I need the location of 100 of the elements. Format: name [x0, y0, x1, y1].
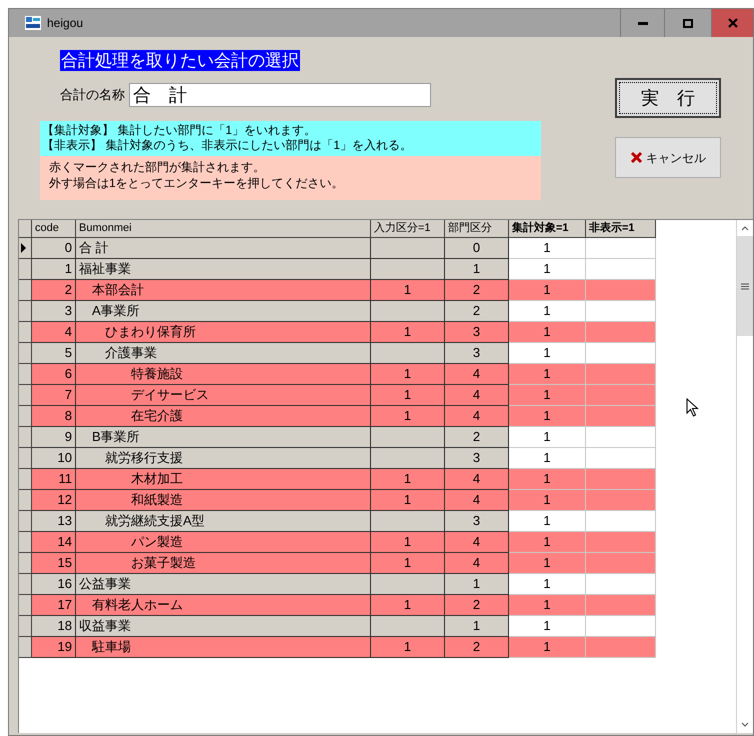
row-selector[interactable] — [19, 322, 32, 343]
table-cell[interactable] — [371, 427, 445, 448]
table-cell[interactable]: お菓子製造 — [76, 553, 371, 574]
table-cell[interactable]: 1 — [371, 637, 445, 658]
table-cell[interactable]: 1 — [509, 595, 586, 616]
table-cell[interactable]: A事業所 — [76, 301, 371, 322]
table-cell[interactable]: 1 — [509, 553, 586, 574]
table-cell[interactable]: 4 — [32, 322, 76, 343]
table-cell[interactable]: 1 — [371, 280, 445, 301]
table-cell[interactable]: 0 — [445, 238, 509, 259]
table-cell[interactable] — [371, 574, 445, 595]
table-cell[interactable]: 就労継続支援A型 — [76, 511, 371, 532]
row-selector[interactable] — [19, 490, 32, 511]
scroll-thumb[interactable] — [737, 236, 753, 336]
row-selector[interactable] — [19, 364, 32, 385]
row-selector[interactable] — [19, 616, 32, 637]
table-cell[interactable]: 18 — [32, 616, 76, 637]
table-cell[interactable]: 12 — [32, 490, 76, 511]
table-cell[interactable]: 1 — [371, 532, 445, 553]
column-header[interactable]: 入力区分=1 — [371, 220, 445, 238]
table-cell[interactable]: 13 — [32, 511, 76, 532]
cancel-button[interactable]: キャンセル — [615, 137, 721, 178]
row-selector[interactable] — [19, 469, 32, 490]
table-cell[interactable]: 4 — [445, 490, 509, 511]
table-cell[interactable]: 17 — [32, 595, 76, 616]
table-cell[interactable]: 駐車場 — [76, 637, 371, 658]
table-cell[interactable]: 1 — [509, 406, 586, 427]
table-cell[interactable]: 4 — [445, 532, 509, 553]
table-cell[interactable]: 4 — [445, 364, 509, 385]
table-cell[interactable]: 2 — [445, 595, 509, 616]
table-cell[interactable]: 1 — [509, 532, 586, 553]
table-cell[interactable]: 本部会計 — [76, 280, 371, 301]
table-cell[interactable] — [371, 616, 445, 637]
table-cell[interactable]: 1 — [371, 595, 445, 616]
table-cell[interactable]: 公益事業 — [76, 574, 371, 595]
table-cell[interactable] — [371, 238, 445, 259]
name-field[interactable]: 合 計 — [129, 83, 431, 107]
row-selector[interactable] — [19, 280, 32, 301]
table-cell[interactable]: 和紙製造 — [76, 490, 371, 511]
table-cell[interactable]: 木材加工 — [76, 469, 371, 490]
table-cell[interactable]: 収益事業 — [76, 616, 371, 637]
scrollbar[interactable] — [736, 220, 753, 733]
table-cell[interactable]: 4 — [445, 406, 509, 427]
table-cell[interactable]: 1 — [445, 616, 509, 637]
table-cell[interactable]: 1 — [509, 448, 586, 469]
table-cell[interactable]: 1 — [371, 553, 445, 574]
table-cell[interactable]: 1 — [509, 238, 586, 259]
table-cell[interactable]: 11 — [32, 469, 76, 490]
table-cell[interactable]: B事業所 — [76, 427, 371, 448]
table-cell[interactable]: 4 — [445, 469, 509, 490]
table-cell[interactable]: 2 — [445, 301, 509, 322]
table-cell[interactable]: 19 — [32, 637, 76, 658]
table-cell[interactable] — [371, 301, 445, 322]
table-cell[interactable]: 1 — [509, 301, 586, 322]
table-cell[interactable]: 1 — [509, 490, 586, 511]
table-cell[interactable]: 1 — [371, 385, 445, 406]
table-cell[interactable]: 7 — [32, 385, 76, 406]
row-selector[interactable] — [19, 301, 32, 322]
table-cell[interactable]: 1 — [509, 322, 586, 343]
table-cell[interactable]: 1 — [32, 259, 76, 280]
table-cell[interactable]: 介護事業 — [76, 343, 371, 364]
table-cell[interactable]: 1 — [371, 322, 445, 343]
table-cell[interactable]: 特養施設 — [76, 364, 371, 385]
row-selector[interactable] — [19, 553, 32, 574]
table-cell[interactable]: 4 — [445, 553, 509, 574]
row-selector[interactable] — [19, 406, 32, 427]
table-cell[interactable]: 1 — [509, 259, 586, 280]
table-cell[interactable]: 9 — [32, 427, 76, 448]
table-cell[interactable]: 1 — [371, 490, 445, 511]
table-cell[interactable]: 1 — [371, 406, 445, 427]
table-cell[interactable]: 1 — [509, 343, 586, 364]
table-cell[interactable]: 1 — [371, 469, 445, 490]
close-button[interactable] — [711, 9, 753, 37]
table-cell[interactable]: デイサービス — [76, 385, 371, 406]
column-header[interactable]: 部門区分 — [445, 220, 509, 238]
column-header[interactable]: 非表示=1 — [586, 220, 656, 238]
table-cell[interactable]: 3 — [445, 511, 509, 532]
table-cell[interactable]: 有料老人ホーム — [76, 595, 371, 616]
table-cell[interactable]: 16 — [32, 574, 76, 595]
row-selector[interactable] — [19, 532, 32, 553]
table-cell[interactable] — [371, 448, 445, 469]
table-cell[interactable]: 4 — [445, 385, 509, 406]
table-cell[interactable]: ひまわり保育所 — [76, 322, 371, 343]
table-cell[interactable]: 0 — [32, 238, 76, 259]
table-cell[interactable]: 1 — [445, 574, 509, 595]
table-cell[interactable]: 2 — [445, 637, 509, 658]
row-selector[interactable] — [19, 595, 32, 616]
row-selector[interactable] — [19, 637, 32, 658]
table-cell[interactable]: 2 — [32, 280, 76, 301]
run-button[interactable]: 実 行 — [615, 78, 721, 118]
row-selector[interactable] — [19, 574, 32, 595]
table-cell[interactable]: 1 — [509, 511, 586, 532]
table-cell[interactable]: 1 — [509, 616, 586, 637]
row-selector[interactable] — [19, 238, 32, 259]
table-cell[interactable]: 1 — [509, 427, 586, 448]
row-selector[interactable] — [19, 448, 32, 469]
table-cell[interactable]: 在宅介護 — [76, 406, 371, 427]
row-selector[interactable] — [19, 343, 32, 364]
row-selector[interactable] — [19, 385, 32, 406]
table-cell[interactable]: 1 — [509, 469, 586, 490]
